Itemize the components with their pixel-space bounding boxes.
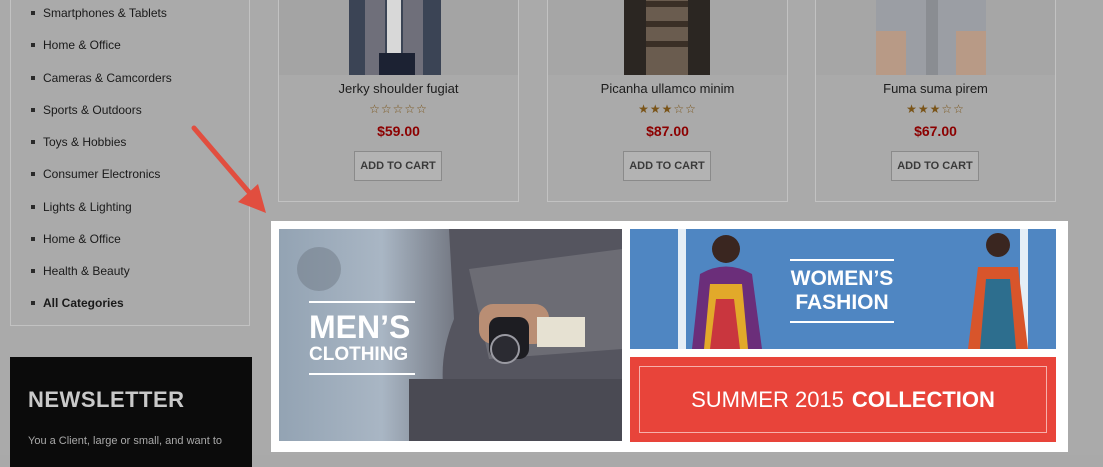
product-name[interactable]: Picanha ullamco minim — [548, 81, 787, 96]
product-name[interactable]: Fuma suma pirem — [816, 81, 1055, 96]
rating-stars-icon: ★★★☆☆ — [638, 102, 697, 116]
bullet-icon — [31, 172, 35, 176]
bullet-icon — [31, 11, 35, 15]
product-price: $59.00 — [377, 123, 420, 139]
product-card[interactable]: Fuma suma pirem ★★★☆☆ $67.00 ADD TO CART — [815, 0, 1056, 202]
newsletter-panel: NEWSLETTER You a Client, large or small,… — [10, 357, 252, 467]
summer-collection-frame: SUMMER 2015 COLLECTION — [639, 366, 1047, 433]
sidebar-item-all-categories[interactable]: All Categories — [31, 296, 124, 310]
product-card[interactable]: Jerky shoulder fugiat ☆☆☆☆☆ $59.00 ADD T… — [278, 0, 519, 202]
product-image[interactable] — [816, 0, 1055, 75]
product-price: $87.00 — [646, 123, 689, 139]
product-image[interactable] — [548, 0, 787, 75]
divider-line — [790, 259, 894, 261]
collection-heading: COLLECTION — [851, 386, 995, 412]
rating-stars-icon: ☆☆☆☆☆ — [369, 102, 428, 116]
sidebar-item-smartphones[interactable]: Smartphones & Tablets — [31, 6, 167, 20]
divider-line — [309, 373, 415, 375]
bullet-icon — [31, 43, 35, 47]
mens-clothing-banner[interactable]: MEN’S CLOTHING — [279, 229, 622, 441]
bullet-icon — [31, 140, 35, 144]
sidebar-item-electronics[interactable]: Consumer Electronics — [31, 167, 160, 181]
sidebar-item-cameras[interactable]: Cameras & Camcorders — [31, 71, 172, 85]
newsletter-title: NEWSLETTER — [28, 387, 185, 412]
womens-fashion-banner[interactable]: WOMEN’S FASHION — [630, 229, 1056, 349]
summer-collection-banner[interactable]: SUMMER 2015 COLLECTION — [630, 357, 1056, 442]
womens-banner-text: WOMEN’S FASHION — [790, 259, 894, 323]
product-price: $67.00 — [914, 123, 957, 139]
add-to-cart-button[interactable]: ADD TO CART — [354, 151, 442, 181]
bullet-icon — [31, 205, 35, 209]
add-to-cart-button[interactable]: ADD TO CART — [891, 151, 979, 181]
bullet-icon — [31, 237, 35, 241]
sidebar-item-home-office-2[interactable]: Home & Office — [31, 232, 121, 246]
mens-subheading: CLOTHING — [309, 344, 409, 365]
divider-line — [790, 321, 894, 323]
mens-banner-text: MEN’S CLOTHING — [309, 301, 415, 375]
bullet-icon — [31, 269, 35, 273]
bullet-icon — [31, 301, 35, 305]
rating-stars-icon: ★★★☆☆ — [906, 102, 965, 116]
mens-heading: MEN’S — [309, 309, 411, 345]
sidebar-item-sports[interactable]: Sports & Outdoors — [31, 103, 142, 117]
sidebar-item-home-office[interactable]: Home & Office — [31, 38, 121, 52]
sidebar-item-toys[interactable]: Toys & Hobbies — [31, 135, 126, 149]
pointer-arrow-icon — [191, 125, 266, 213]
bullet-icon — [31, 108, 35, 112]
womens-heading: WOMEN’S — [790, 267, 894, 290]
newsletter-text: You a Client, large or small, and want t… — [28, 435, 223, 447]
add-to-cart-button[interactable]: ADD TO CART — [623, 151, 711, 181]
promo-banners: MEN’S CLOTHING WOMEN’S FASHION SUMMER 20… — [271, 221, 1068, 452]
product-name[interactable]: Jerky shoulder fugiat — [279, 81, 518, 96]
product-card[interactable]: Picanha ullamco minim ★★★☆☆ $87.00 ADD T… — [547, 0, 788, 202]
divider-line — [309, 301, 415, 303]
summer-heading: SUMMER 2015 — [691, 386, 844, 412]
bullet-icon — [31, 76, 35, 80]
product-image[interactable] — [279, 0, 518, 75]
sidebar-item-lights[interactable]: Lights & Lighting — [31, 200, 132, 214]
womens-subheading: FASHION — [795, 291, 889, 314]
sidebar-item-health[interactable]: Health & Beauty — [31, 264, 130, 278]
